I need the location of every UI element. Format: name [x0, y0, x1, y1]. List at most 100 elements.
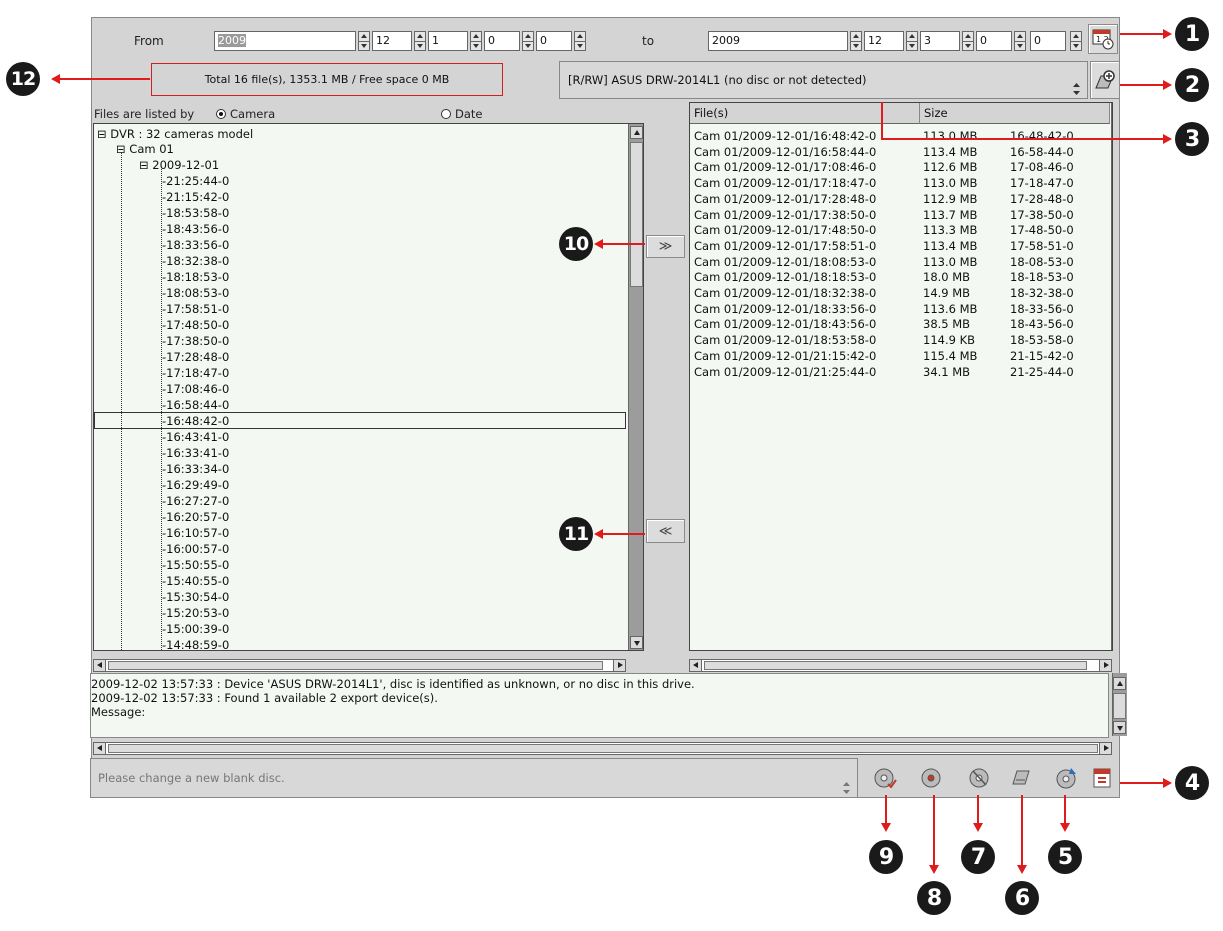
tree-file-entry[interactable]: 17:48:50-0 — [162, 317, 229, 333]
burn-disc-button[interactable] — [918, 765, 944, 791]
table-row[interactable]: Cam 01/2009-12-01/16:48:42-0 113.0 MB 16-4… — [694, 129, 1104, 144]
selected-files-table[interactable]: File(s) Size Cam 01/2009-12-01/16:48:42-… — [689, 102, 1113, 651]
tree-file-entry[interactable]: 16:43:41-0 — [162, 429, 229, 445]
from-year-field[interactable]: 2009 — [214, 31, 356, 51]
scroll-thumb[interactable] — [704, 661, 1087, 670]
scroll-right-button[interactable] — [613, 659, 626, 672]
tree-file-entry[interactable]: 16:27:27-0 — [162, 493, 229, 509]
tree-camera-node[interactable]: ⊟ Cam 01 — [116, 141, 174, 157]
files-vertical-scrollbar[interactable] — [1111, 103, 1113, 650]
table-row[interactable]: Cam 01/2009-12-01/17:58:51-0 113.4 MB 17-5… — [694, 239, 1104, 254]
tree-horizontal-scrollbar[interactable] — [93, 659, 626, 672]
scroll-left-button[interactable] — [93, 659, 106, 672]
scroll-thumb[interactable] — [1113, 693, 1126, 719]
tree-file-entry[interactable]: 16:00:57-0 — [162, 541, 229, 557]
table-row[interactable]: Cam 01/2009-12-01/18:32:38-0 14.9 MB 18-32… — [694, 286, 1104, 301]
scroll-up-button[interactable] — [630, 126, 643, 139]
log-horizontal-scrollbar[interactable] — [93, 742, 1112, 755]
tree-file-entry[interactable]: 16:33:34-0 — [162, 461, 229, 477]
table-row[interactable]: Cam 01/2009-12-01/17:08:46-0 112.6 MB 17-0… — [694, 160, 1104, 175]
from-month-field[interactable]: 12 — [372, 31, 412, 51]
to-minute-field[interactable]: 0 — [1030, 31, 1066, 51]
scroll-thumb[interactable] — [108, 661, 603, 670]
from-day-field[interactable]: 1 — [428, 31, 468, 51]
to-year-spin[interactable] — [850, 31, 862, 51]
files-horizontal-scrollbar[interactable] — [689, 659, 1112, 672]
table-row[interactable]: Cam 01/2009-12-01/17:38:50-0 113.7 MB 17-3… — [694, 208, 1104, 223]
exit-button[interactable] — [1089, 765, 1115, 791]
tree-file-entry[interactable]: 18:08:53-0 — [162, 285, 229, 301]
table-row[interactable]: Cam 01/2009-12-01/18:43:56-0 38.5 MB 18-43… — [694, 317, 1104, 332]
table-row[interactable]: Cam 01/2009-12-01/17:48:50-0 113.3 MB 17-4… — [694, 223, 1104, 238]
tree-file-entry[interactable]: 17:58:51-0 — [162, 301, 229, 317]
from-hour-field[interactable]: 0 — [484, 31, 520, 51]
to-month-field[interactable]: 12 — [864, 31, 904, 51]
tree-file-entry[interactable]: 18:33:56-0 — [162, 237, 229, 253]
detect-device-button[interactable] — [1090, 61, 1120, 99]
remove-files-button[interactable]: ≪ — [646, 519, 685, 543]
scroll-right-button[interactable] — [1099, 742, 1112, 755]
tree-root[interactable]: ⊟ DVR : 32 cameras model — [97, 126, 253, 142]
scroll-left-button[interactable] — [689, 659, 702, 672]
to-day-field[interactable]: 3 — [920, 31, 960, 51]
from-minute-spin[interactable] — [574, 31, 586, 51]
tree-file-entry[interactable]: 16:29:49-0 — [162, 477, 229, 493]
scroll-right-button[interactable] — [1099, 659, 1112, 672]
export-to-device-button[interactable] — [1008, 765, 1034, 791]
list-by-date-radio[interactable]: Date — [441, 107, 483, 121]
tree-vertical-scrollbar[interactable] — [628, 124, 643, 650]
from-day-spin[interactable] — [470, 31, 482, 51]
file-tree[interactable]: ⊟ DVR : 32 cameras model ⊟ Cam 01 ⊟ 2009… — [93, 123, 644, 651]
device-select[interactable]: [R/RW] ASUS DRW-2014L1 (no disc or not d… — [559, 61, 1088, 99]
tree-file-entry[interactable]: 16:33:41-0 — [162, 445, 229, 461]
scroll-up-button[interactable] — [1112, 104, 1113, 117]
tree-file-entry[interactable]: 18:53:58-0 — [162, 205, 229, 221]
to-hour-field[interactable]: 0 — [976, 31, 1012, 51]
to-minute-spin[interactable] — [1070, 31, 1082, 51]
scroll-thumb[interactable] — [108, 744, 1098, 753]
tree-file-entry[interactable]: 17:38:50-0 — [162, 333, 229, 349]
verify-disc-button[interactable] — [872, 765, 898, 791]
tree-file-entry[interactable]: 15:50:55-0 — [162, 557, 229, 573]
tree-file-entry[interactable]: 15:00:39-0 — [162, 621, 229, 637]
tree-file-entry[interactable]: 17:28:48-0 — [162, 349, 229, 365]
tree-file-entry[interactable]: 16:58:44-0 — [162, 397, 229, 413]
scroll-down-button[interactable] — [630, 636, 643, 649]
from-minute-field[interactable]: 0 — [536, 31, 572, 51]
table-row[interactable]: Cam 01/2009-12-01/17:28:48-0 112.9 MB 17-2… — [694, 192, 1104, 207]
eject-disc-button[interactable] — [1054, 765, 1080, 791]
to-year-field[interactable]: 2009 — [708, 31, 848, 51]
table-row[interactable]: Cam 01/2009-12-01/18:53:58-0 114.9 KB 18-5… — [694, 333, 1104, 348]
table-row[interactable]: Cam 01/2009-12-01/16:58:44-0 113.4 MB 16-5… — [694, 145, 1104, 160]
scroll-thumb[interactable] — [630, 142, 643, 287]
tree-file-entry[interactable]: 16:10:57-0 — [162, 525, 229, 541]
from-year-spin[interactable] — [358, 31, 370, 51]
table-row[interactable]: Cam 01/2009-12-01/18:33:56-0 113.6 MB 18-3… — [694, 302, 1104, 317]
tree-file-entry[interactable]: 21:15:42-0 — [162, 189, 229, 205]
table-row[interactable]: Cam 01/2009-12-01/21:15:42-0 115.4 MB 21-1… — [694, 349, 1104, 364]
scroll-thumb[interactable] — [1112, 119, 1113, 634]
tree-file-entry[interactable]: 18:18:53-0 — [162, 269, 229, 285]
to-month-spin[interactable] — [906, 31, 918, 51]
tree-file-entry[interactable]: 17:08:46-0 — [162, 381, 229, 397]
scroll-down-button[interactable] — [1112, 636, 1113, 649]
scroll-up-button[interactable] — [1113, 677, 1126, 690]
table-row[interactable]: Cam 01/2009-12-01/21:25:44-0 34.1 MB 21-25… — [694, 365, 1104, 380]
tree-file-entry[interactable]: 15:20:53-0 — [162, 605, 229, 621]
from-hour-spin[interactable] — [522, 31, 534, 51]
tree-file-entry[interactable]: 17:18:47-0 — [162, 365, 229, 381]
to-hour-spin[interactable] — [1014, 31, 1026, 51]
column-header-size[interactable]: Size — [920, 103, 1110, 124]
tree-file-entry[interactable]: 16:48:42-0 — [162, 413, 229, 429]
from-month-spin[interactable] — [414, 31, 426, 51]
erase-disc-button[interactable] — [966, 765, 992, 791]
tree-file-entry[interactable]: 21:25:44-0 — [162, 173, 229, 189]
tree-file-entry[interactable]: 16:20:57-0 — [162, 509, 229, 525]
tree-file-entry[interactable]: 18:32:38-0 — [162, 253, 229, 269]
table-row[interactable]: Cam 01/2009-12-01/18:18:53-0 18.0 MB 18-18… — [694, 270, 1104, 285]
tree-file-entry[interactable]: 14:48:59-0 — [162, 637, 229, 650]
log-vertical-scrollbar[interactable] — [1112, 673, 1127, 736]
column-header-files[interactable]: File(s) — [690, 103, 920, 124]
table-row[interactable]: Cam 01/2009-12-01/17:18:47-0 113.0 MB 17-1… — [694, 176, 1104, 191]
tree-file-entry[interactable]: 15:40:55-0 — [162, 573, 229, 589]
